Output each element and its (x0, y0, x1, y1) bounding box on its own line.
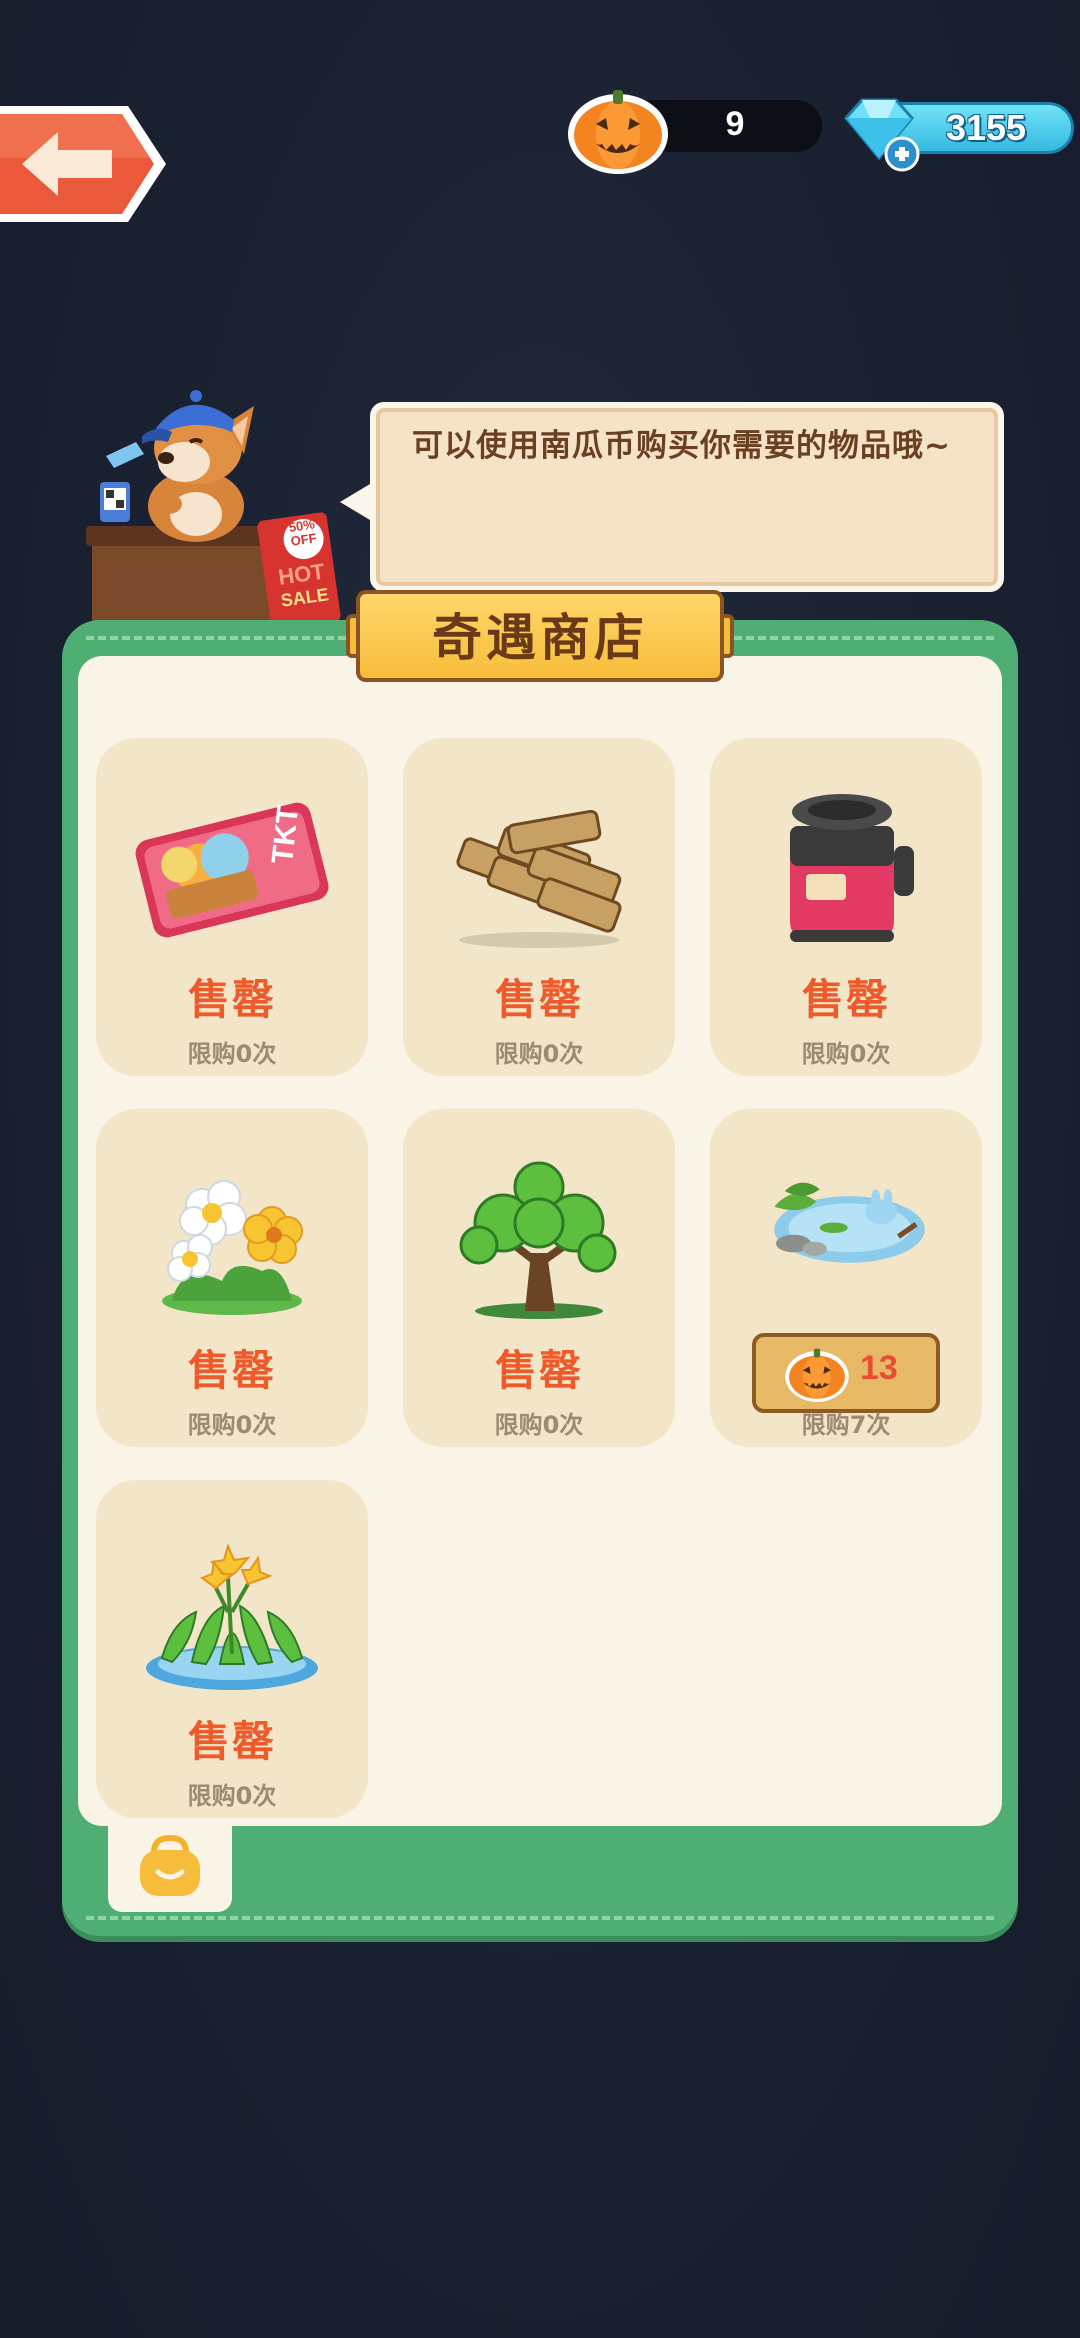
hot-sale-sign: 50% OFF HOT SALE (256, 511, 342, 631)
buy-button[interactable]: 13 (752, 1333, 940, 1413)
shop-item-flowers[interactable]: 售罄 限购0次 (96, 1109, 368, 1447)
pumpkin-currency: 9 (566, 84, 822, 174)
sold-out-label: 售罄 (494, 1346, 583, 1395)
purchase-limit: 限购7次 (801, 1411, 891, 1439)
pumpkin-count: 9 (725, 105, 745, 143)
purchase-limit: 限购0次 (494, 1411, 584, 1439)
sold-out-label: 售罄 (801, 975, 890, 1024)
purchase-limit: 限购0次 (187, 1782, 277, 1810)
shop-item-pond[interactable]: 13 限购7次 (710, 1109, 982, 1447)
merchant-character: 50% OFF HOT SALE (86, 376, 356, 631)
sold-out-label: 售罄 (187, 975, 276, 1024)
back-arrow-icon (0, 106, 166, 222)
price-value: 13 (860, 1349, 898, 1387)
back-button[interactable] (0, 104, 168, 224)
sale-off-text: OFF (289, 530, 318, 549)
pond-icon (774, 1182, 925, 1263)
wood-icon (456, 809, 622, 948)
shop-title: 奇遇商店 (432, 609, 648, 667)
purchase-limit: 限购0次 (494, 1040, 584, 1068)
sold-out-label: 售罄 (494, 975, 583, 1024)
sale-percent-badge: 50% OFF (281, 516, 327, 562)
jar-icon (790, 794, 914, 942)
ticket-icon: TKT (135, 802, 329, 938)
shop-item-ticket[interactable]: TKT 售罄 限购0次 (96, 738, 368, 1076)
bag-icon (140, 1834, 200, 1896)
gem-count: 3155 (945, 107, 1027, 148)
pumpkin-coin-icon (568, 90, 668, 174)
gem-plus-icon[interactable] (840, 96, 924, 172)
purchase-limit: 限购0次 (801, 1040, 891, 1068)
sold-out-label: 售罄 (187, 1717, 276, 1766)
purchase-limit: 限购0次 (187, 1040, 277, 1068)
shop-item-wood[interactable]: 售罄 限购0次 (403, 738, 675, 1076)
gem-currency: 3155 (840, 96, 1076, 172)
pumpkin-coin-icon (785, 1348, 849, 1402)
purchase-limit: 限购0次 (187, 1411, 277, 1439)
shop-item-lilies[interactable]: 售罄 限购0次 (96, 1480, 368, 1818)
panel-stitch-bottom (86, 1916, 994, 1920)
speech-text: 可以使用南瓜币购买你需要的物品哦~ (412, 428, 951, 464)
sold-out-label: 售罄 (187, 1346, 276, 1395)
tab-bag[interactable] (108, 1820, 232, 1912)
ticket-label: TKT (266, 804, 305, 865)
lily-icon (146, 1543, 318, 1690)
tree-icon (459, 1161, 617, 1319)
shop-item-jar[interactable]: 售罄 限购0次 (710, 738, 982, 1076)
flower-icon (162, 1180, 303, 1315)
shop-item-tree[interactable]: 售罄 限购0次 (403, 1109, 675, 1447)
